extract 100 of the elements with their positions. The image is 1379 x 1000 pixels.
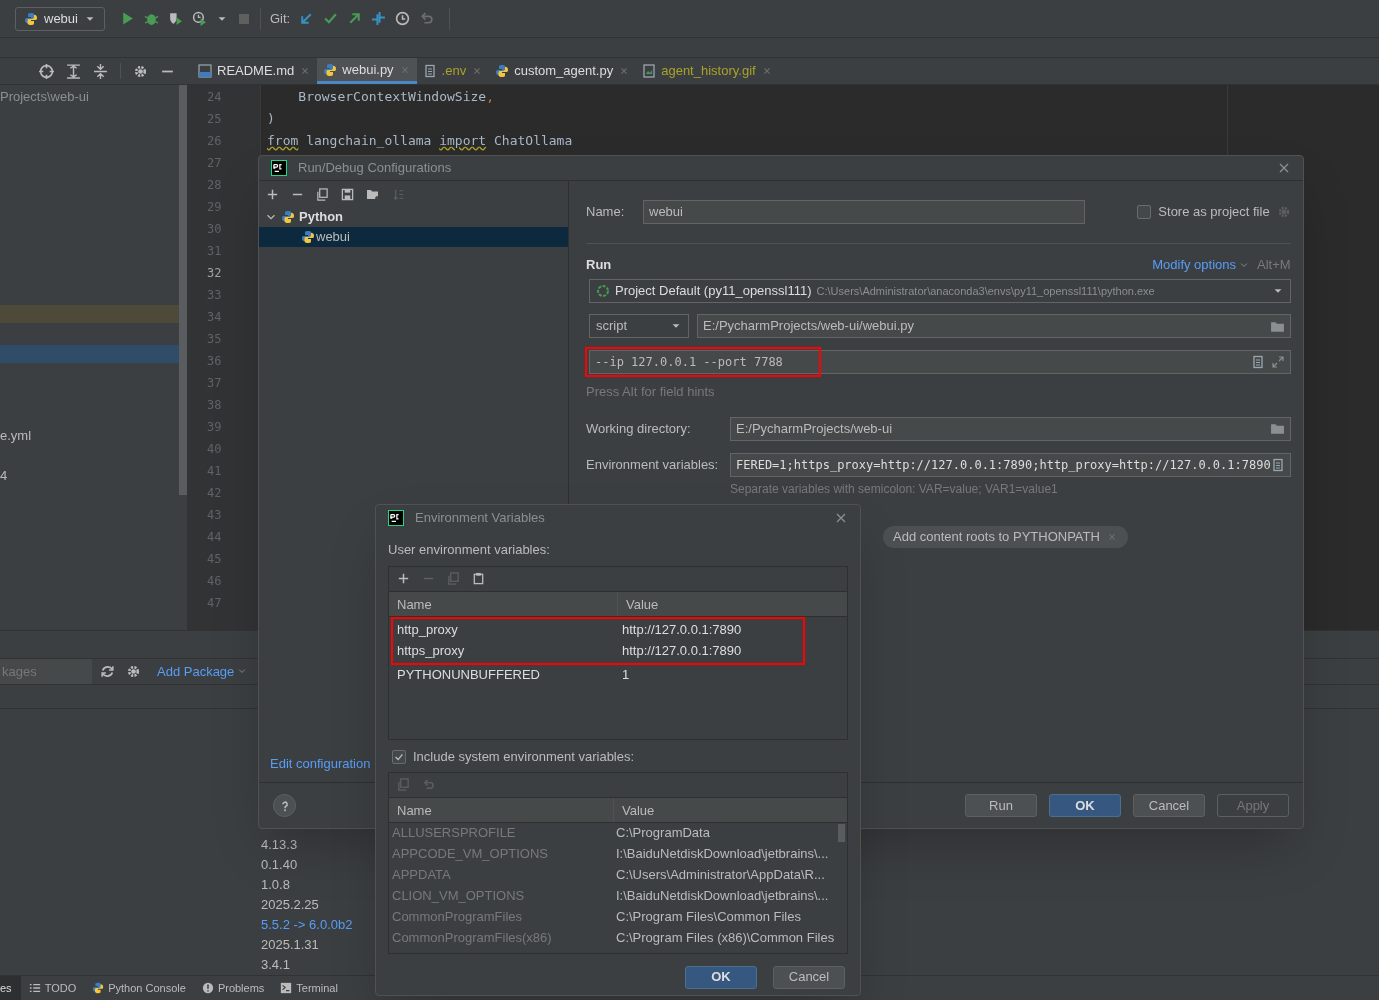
variable-value: C:\Program Files\Common Files — [616, 908, 801, 927]
locate-icon[interactable] — [39, 63, 54, 79]
scrollbar[interactable] — [179, 85, 187, 495]
edit-configuration-link[interactable]: Edit configuration — [270, 753, 371, 773]
sort-icon[interactable] — [392, 187, 405, 201]
expand-icon[interactable] — [1270, 355, 1285, 369]
image-file-icon — [642, 64, 657, 78]
alert-icon — [201, 982, 214, 994]
tool-window-tab[interactable]: Problems — [193, 976, 273, 1000]
field-label: Environment variables: — [586, 455, 720, 474]
modify-options-link[interactable]: Modify options — [1152, 255, 1250, 275]
list-icon — [28, 982, 41, 994]
clock-icon[interactable] — [395, 11, 411, 26]
name-field[interactable]: webui — [643, 200, 1085, 224]
stop-icon[interactable] — [236, 11, 251, 26]
debug-icon[interactable] — [143, 11, 159, 26]
package-version: 0.1.40 — [261, 856, 298, 874]
settings-icon[interactable] — [126, 663, 141, 679]
python-icon — [495, 64, 510, 78]
variable-name: https_proxy — [396, 642, 466, 661]
variable-name: CommonProgramFiles(x86) — [392, 929, 553, 948]
profile-icon[interactable] — [191, 11, 207, 26]
dialog-button[interactable]: Cancel — [773, 965, 845, 989]
tree-item[interactable]: Python — [259, 207, 568, 227]
coverage-icon[interactable] — [167, 11, 183, 26]
app-logo-icon — [271, 160, 287, 176]
code-line: ) — [267, 110, 275, 128]
interpreter-dropdown[interactable]: Project Default (py11_openssl111) C:\Users\Administrator\anaconda3\envs\py11_openssl111\python.exe — [589, 279, 1291, 303]
paste-icon[interactable] — [472, 572, 485, 585]
ok-button[interactable]: OK — [1049, 794, 1121, 817]
working-directory-field[interactable]: E:/PycharmProjects/web-ui — [730, 416, 1291, 441]
variable-value: I:\BaiduNetdiskDownload\jetbrains\... — [616, 887, 829, 906]
chevron-down-icon — [1239, 260, 1250, 270]
editor-tab[interactable]: webui.py — [317, 58, 417, 84]
refresh-icon[interactable] — [100, 663, 115, 679]
document-icon[interactable] — [1250, 355, 1265, 369]
compare-icon[interactable] — [371, 11, 387, 26]
scrollbar[interactable] — [838, 823, 845, 842]
git-label: Git: — [269, 9, 291, 28]
run-config-selector[interactable]: webui — [15, 6, 105, 31]
code-line: from langchain_ollama import ChatOllama — [267, 132, 573, 150]
run-type-dropdown[interactable]: script — [589, 314, 689, 338]
undo-icon[interactable] — [422, 778, 435, 791]
add-package-link[interactable]: Add Package — [157, 661, 248, 682]
variable-name: APPCODE_VM_OPTIONS — [392, 845, 550, 864]
new-folder-icon[interactable] — [366, 187, 380, 201]
editor-tab[interactable]: README.md — [192, 58, 318, 84]
package-version: 2025.1.31 — [261, 936, 319, 954]
document-icon[interactable] — [1270, 457, 1285, 472]
help-button[interactable] — [273, 794, 296, 817]
editor-tab[interactable]: custom_agent.py — [489, 58, 637, 84]
table-row[interactable]: PYTHONUNBUFFERED 1 — [389, 664, 847, 686]
variable-value: http://127.0.0.1:7890 — [622, 621, 742, 640]
tool-window-tab[interactable]: Python Console — [84, 976, 194, 1000]
python-icon — [92, 982, 105, 994]
variable-value: C:\ProgramData — [616, 824, 710, 843]
package-version: 2025.2.25 — [261, 896, 319, 914]
add-icon[interactable] — [266, 187, 279, 201]
markdown-file-icon — [198, 64, 212, 78]
ok-button[interactable]: OK — [685, 965, 757, 989]
code-line: BrowserContextWindowSize, — [297, 88, 494, 106]
undo-icon[interactable] — [419, 11, 435, 26]
dialog-button[interactable]: Run — [965, 794, 1037, 817]
checkbox[interactable] — [1137, 205, 1152, 219]
collapse-all-icon[interactable] — [93, 63, 108, 79]
editor-tab[interactable]: agent_history.gif — [636, 58, 779, 84]
parameters-field[interactable]: --ip 127.0.0.1 --port 7788 — [589, 350, 1291, 374]
arrow-icon[interactable] — [347, 11, 363, 26]
package-version: 5.5.2 -> 6.0.0b2 — [261, 916, 353, 934]
editor-tab[interactable]: .env — [416, 58, 490, 84]
python-icon — [281, 210, 295, 224]
column-header: Name — [389, 591, 618, 616]
variable-value: I:\BaiduNetdiskDownload\jetbrains\... — [616, 845, 829, 864]
tree-item[interactable]: 4 — [0, 466, 8, 486]
environment-variables-field[interactable]: FERED=1;https_proxy=http://127.0.0.1:7890;http_proxy=http://127.0.0.1:7890 — [730, 452, 1291, 477]
script-path-field[interactable]: E:/PycharmProjects/web-ui/webui.py — [697, 314, 1291, 338]
copy-icon[interactable] — [316, 187, 329, 201]
variable-name: ALLUSERSPROFILE — [392, 824, 517, 843]
checkbox[interactable] — [392, 749, 406, 764]
tree-item[interactable]: webui — [259, 227, 568, 247]
package-version: 3.4.1 — [261, 956, 290, 974]
column-header: Value — [625, 596, 660, 614]
dialog-title: Environment Variables — [415, 508, 546, 527]
option-chip[interactable]: Add content roots to PYTHONPATH — [883, 525, 1128, 548]
expand-all-icon[interactable] — [66, 63, 81, 79]
tool-window-tab[interactable]: es — [0, 976, 21, 1000]
close-icon[interactable] — [1277, 161, 1291, 175]
tree-item[interactable]: e.yml — [0, 426, 32, 446]
save-icon[interactable] — [341, 187, 354, 201]
tool-window-tab[interactable]: Terminal — [272, 976, 346, 1000]
app-logo-icon — [388, 509, 404, 526]
variable-name: CommonProgramFiles — [392, 908, 524, 927]
dialog-button[interactable]: Cancel — [1133, 794, 1205, 817]
folder-icon[interactable] — [1269, 421, 1285, 436]
settings-icon[interactable] — [133, 63, 148, 79]
python-icon — [24, 11, 38, 26]
add-icon[interactable] — [397, 572, 410, 585]
tool-window-tab[interactable]: TODO — [20, 976, 85, 1000]
variable-name: http_proxy — [396, 621, 459, 640]
check-icon[interactable] — [323, 11, 339, 26]
